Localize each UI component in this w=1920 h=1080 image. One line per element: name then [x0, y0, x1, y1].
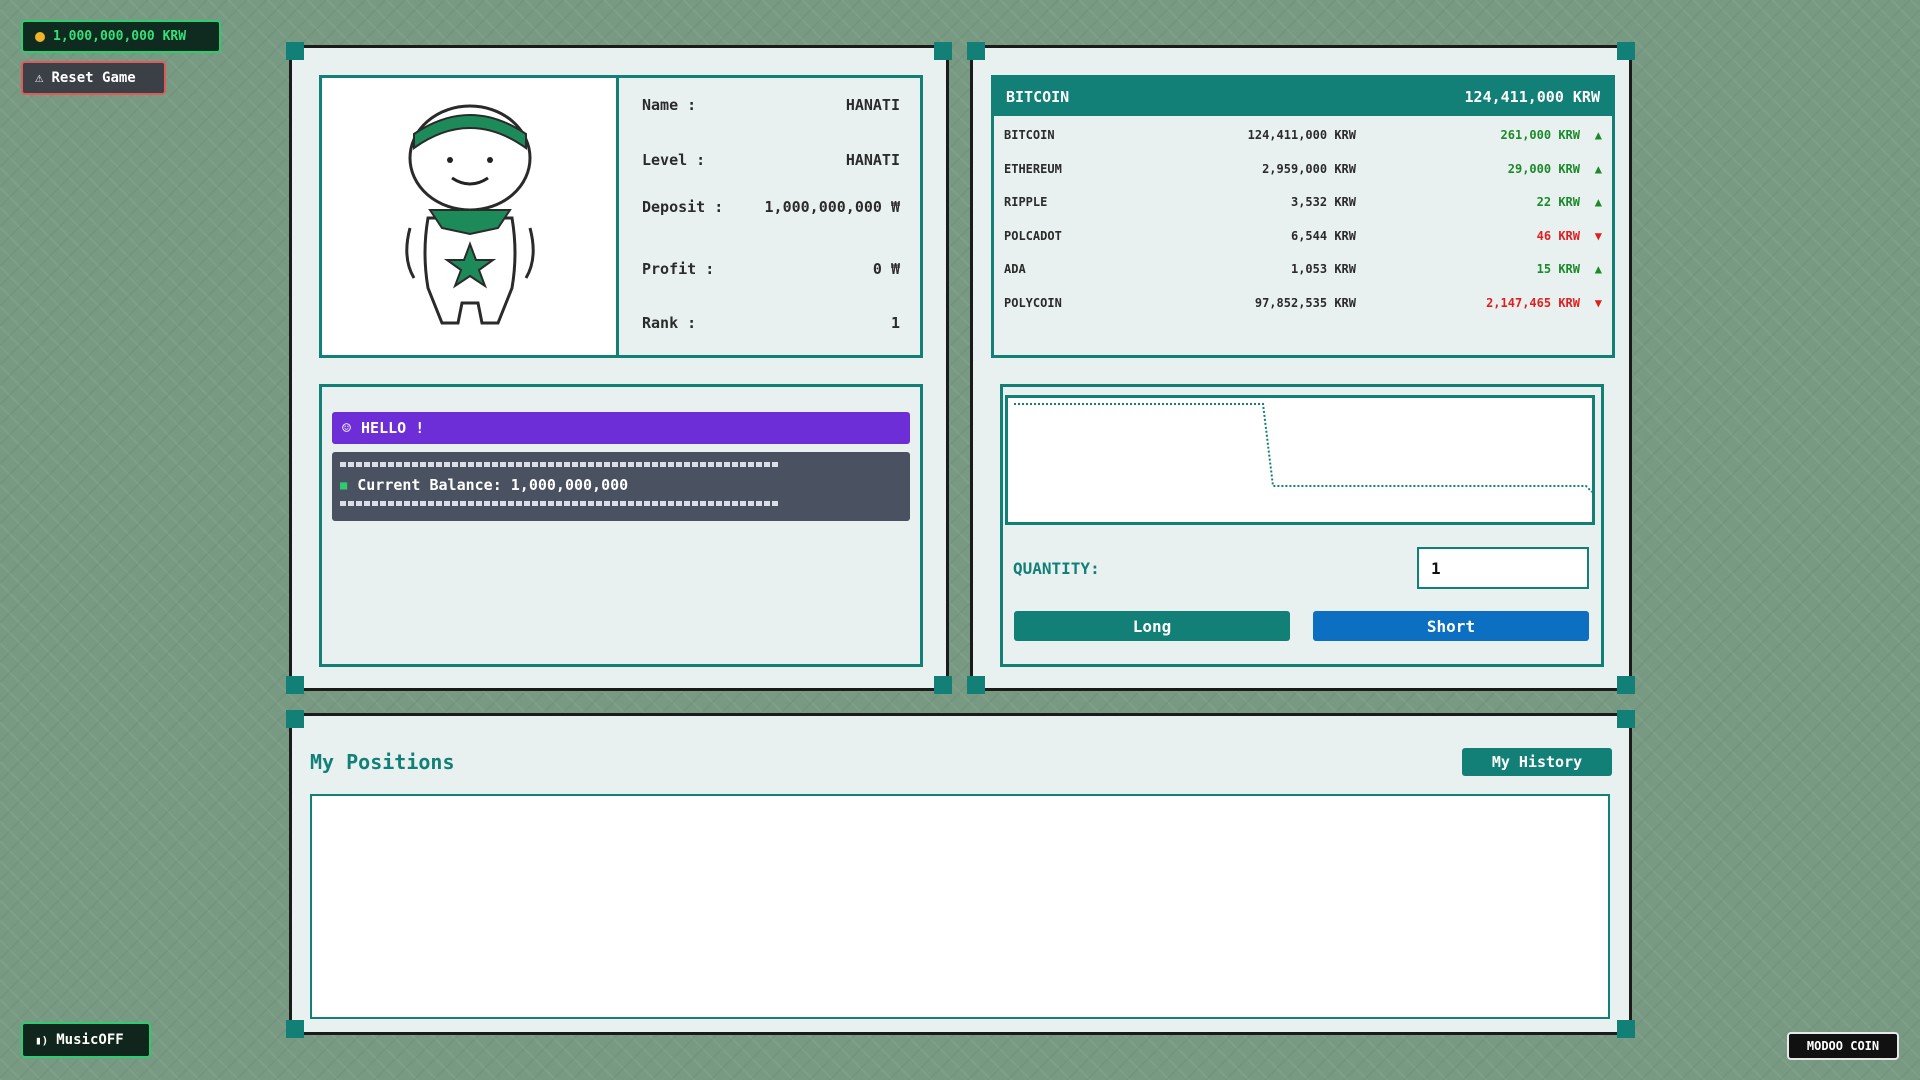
profile-row-profit: Profit : 0 ₩: [642, 260, 900, 278]
profile-row-rank: Rank : 1: [642, 314, 900, 332]
profile-label: Rank :: [642, 314, 697, 332]
market-panel: BITCOIN 124,411,000 KRW BITCOIN 124,411,0…: [967, 42, 1635, 694]
coin-price: 3,532 KRW: [1290, 195, 1356, 209]
positions-list: [310, 794, 1610, 1019]
arrow-down-icon: ▼: [1594, 229, 1602, 243]
coin-name: POLYCOIN: [1004, 296, 1062, 310]
hello-text: HELLO !: [361, 419, 425, 437]
profile-label: Profit :: [642, 260, 715, 278]
coin-name: POLCADOT: [1004, 229, 1062, 243]
price-line-chart: [1014, 403, 1593, 493]
selected-coin-header[interactable]: BITCOIN 124,411,000 KRW: [994, 78, 1612, 116]
selected-coin-price: 124,411,000 KRW: [1464, 88, 1600, 106]
balance-message: ■ Current Balance: 1,000,000,000: [332, 452, 910, 521]
music-label: MusicOFF: [56, 1032, 124, 1048]
reset-icon: ⚠: [35, 70, 44, 86]
coin-price: 6,544 KRW: [1290, 229, 1356, 243]
profile-label: Level :: [642, 151, 706, 169]
profile-row-name: Name : HANATI: [642, 96, 900, 114]
coin-change: 261,000 KRW: [1500, 128, 1580, 142]
coin-row[interactable]: ADA 1,053 KRW 15 KRW ▲: [1004, 262, 1602, 282]
profile-value: 1,000,000,000 ₩: [764, 198, 900, 216]
selected-coin-name: BITCOIN: [1006, 88, 1070, 106]
coin-list-box: BITCOIN 124,411,000 KRW BITCOIN 124,411,0…: [991, 75, 1615, 358]
avatar: [322, 78, 619, 355]
profile-info: Name : HANATI Level : HANATI Deposit : 1…: [622, 78, 920, 355]
coin-price: 124,411,000 KRW: [1247, 128, 1356, 142]
coin-price: 97,852,535 KRW: [1254, 296, 1356, 310]
coin-change: 22 KRW: [1536, 195, 1580, 209]
arrow-up-icon: ▲: [1594, 128, 1602, 142]
short-button[interactable]: Short: [1313, 611, 1589, 641]
music-toggle-button[interactable]: ▮) MusicOFF: [21, 1022, 151, 1058]
profile-row-deposit: Deposit : 1,000,000,000 ₩: [642, 198, 900, 216]
divider: [340, 501, 780, 506]
coin-price: 2,959,000 KRW: [1262, 162, 1356, 176]
coin-name: ETHEREUM: [1004, 162, 1062, 176]
reset-game-label: Reset Game: [51, 70, 136, 86]
coin-price: 1,053 KRW: [1290, 262, 1356, 276]
coin-row[interactable]: RIPPLE 3,532 KRW 22 KRW ▲: [1004, 195, 1602, 215]
brand-badge: MODOO COIN: [1787, 1032, 1899, 1060]
reset-game-button[interactable]: ⚠ Reset Game: [21, 61, 166, 95]
profile-row-level: Level : HANATI: [642, 151, 900, 169]
profile-value: HANATI: [845, 96, 900, 114]
speaker-icon: ▮): [35, 1033, 49, 1047]
smile-icon: ☺: [342, 419, 352, 437]
coin-row[interactable]: POLCADOT 6,544 KRW 46 KRW ▼: [1004, 229, 1602, 249]
coin-icon: [35, 31, 45, 42]
coin-row[interactable]: POLYCOIN 97,852,535 KRW 2,147,465 KRW ▼: [1004, 296, 1602, 316]
balance-pill: 1,000,000,000 KRW: [21, 20, 221, 53]
money-icon: ■: [340, 478, 348, 492]
my-history-button[interactable]: My History: [1462, 748, 1612, 776]
profile-panel: Name : HANATI Level : HANATI Deposit : 1…: [286, 42, 952, 694]
arrow-up-icon: ▲: [1594, 162, 1602, 176]
arrow-up-icon: ▲: [1594, 262, 1602, 276]
quantity-label: QUANTITY:: [1013, 559, 1100, 578]
coin-change: 15 KRW: [1536, 262, 1580, 276]
arrow-down-icon: ▼: [1594, 296, 1602, 310]
positions-panel: My Positions My History: [286, 710, 1635, 1038]
coin-change: 2,147,465 KRW: [1486, 296, 1580, 310]
hello-message: ☺ HELLO !: [332, 412, 910, 444]
price-line: [1014, 403, 1593, 493]
coin-change: 46 KRW: [1536, 229, 1580, 243]
profile-label: Name :: [642, 96, 697, 114]
profile-value: 0 ₩: [872, 260, 900, 278]
positions-title: My Positions: [310, 750, 455, 774]
profile-value: HANATI: [845, 151, 900, 169]
coin-row[interactable]: BITCOIN 124,411,000 KRW 261,000 KRW ▲: [1004, 128, 1602, 148]
long-button[interactable]: Long: [1014, 611, 1290, 641]
coin-name: ADA: [1004, 262, 1026, 276]
profile-value: 1: [890, 314, 900, 332]
profile-card: Name : HANATI Level : HANATI Deposit : 1…: [319, 75, 923, 358]
trade-box: QUANTITY: Long Short: [1000, 384, 1604, 667]
coin-name: BITCOIN: [1004, 128, 1055, 142]
coin-change: 29,000 KRW: [1507, 162, 1580, 176]
divider: [340, 462, 780, 467]
arrow-up-icon: ▲: [1594, 195, 1602, 209]
price-chart: [1005, 395, 1595, 525]
coin-name: RIPPLE: [1004, 195, 1048, 209]
balance-message-text: Current Balance: 1,000,000,000: [357, 476, 629, 494]
balance-message-row: ■ Current Balance: 1,000,000,000: [340, 476, 628, 494]
character-illustration: [405, 104, 535, 325]
balance-pill-text: 1,000,000,000 KRW: [53, 29, 187, 44]
profile-label: Deposit :: [642, 198, 724, 216]
message-box: ☺ HELLO ! ■ Current Balance: 1,000,000,0…: [319, 384, 923, 667]
quantity-input[interactable]: [1417, 547, 1589, 589]
coin-row[interactable]: ETHEREUM 2,959,000 KRW 29,000 KRW ▲: [1004, 162, 1602, 182]
